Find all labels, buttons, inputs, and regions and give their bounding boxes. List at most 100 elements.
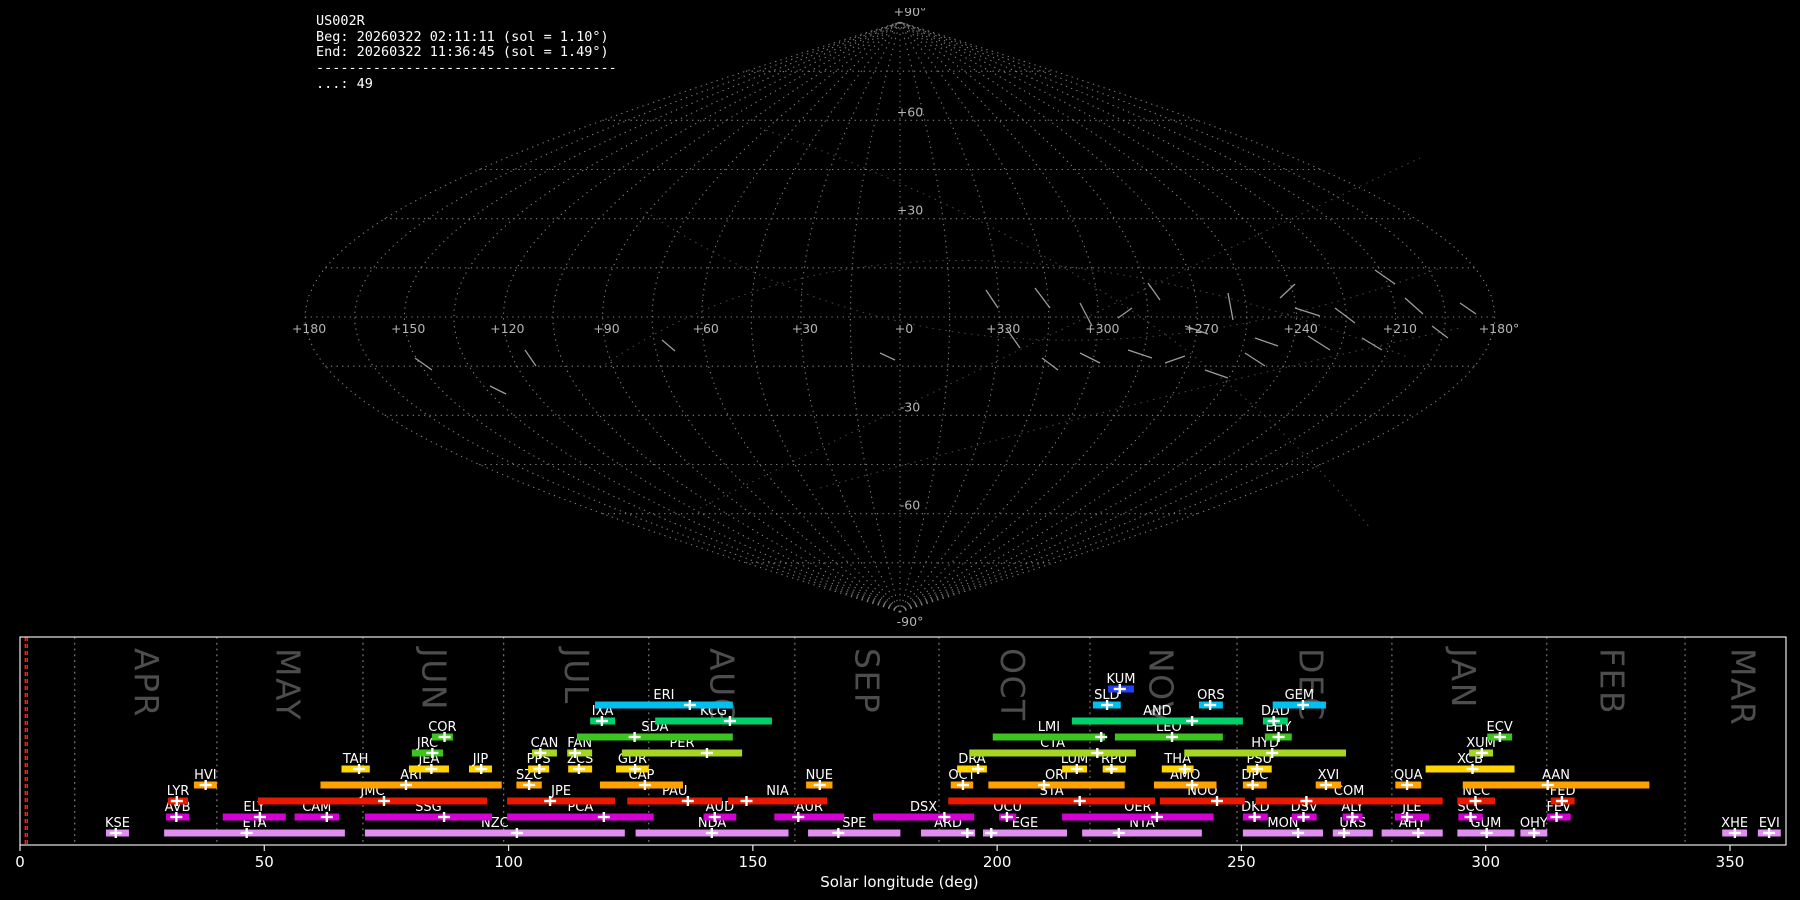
latitude-label: +30 [897,203,923,218]
shower-XHE: XHE [1721,816,1748,838]
shower-label: JPE [550,784,571,799]
meteor-streak [1404,297,1424,315]
shower-XVI: XVI [1315,768,1342,790]
x-tick-label: 150 [739,853,768,871]
shower-label: LMI [1038,720,1060,735]
meteor-streak [1164,355,1186,364]
shower-label: GEM [1285,688,1315,703]
meteor-streak [1127,349,1153,359]
activity-chart: APR MAY JUN JUL AUG SEP OCT NOV DEC JAN FEB MARKSE E… [15,636,1787,891]
month-label: MAR [1724,648,1763,726]
meteor-streak [879,352,896,361]
x-tick-label: 250 [1227,853,1256,871]
shower-label: CAN [531,736,559,751]
fov-arc [639,207,1441,341]
meteor-streak [1334,307,1356,324]
month-label: OCT [993,648,1032,722]
meteor-streak [1374,269,1396,285]
longitude-label: +330 [986,321,1020,336]
x-tick-label: 350 [1716,853,1745,871]
meteor-streak [1254,337,1279,347]
meteor-streak [985,289,999,309]
shower-label: NIA [766,784,789,799]
meridian-line [899,21,1446,613]
shower-label: SPE [842,816,866,831]
shower-label: COR [428,720,456,735]
shower-KUM: KUM [1107,672,1135,694]
shower-label: OHY [1520,816,1548,831]
shower-ORS: ORS [1197,688,1225,710]
x-tick-label: 0 [15,853,25,871]
fov-arcs [599,127,1461,529]
latitude-label: +60 [897,104,923,119]
shower-label: QUA [1394,768,1423,783]
month-label: SEP [848,648,887,714]
x-tick-label: 50 [255,853,274,871]
longitude-label: +240 [1283,321,1317,336]
meteor-streak [1227,292,1234,321]
shower-COR: COR [428,720,457,742]
x-tick-label: 300 [1471,853,1500,871]
shower-label: AAN [1542,768,1570,783]
month-label: DEC [1291,648,1330,722]
meteor-streak [1034,287,1051,309]
shower-ECV: ECV [1487,720,1513,742]
x-axis-title: Solar longitude (deg) [820,873,978,891]
meteor-station-screen: US002R Beg: 20260322 02:11:11 (sol = 1.1… [0,0,1800,900]
shower-OHY: OHY [1520,816,1548,838]
meteor-streak [1294,307,1321,317]
shower-QUA: QUA [1394,768,1423,790]
shower-label: ORS [1197,688,1225,703]
meridian-line [849,21,901,613]
meteor-streak [1041,357,1059,371]
meteor-streak [489,385,507,395]
month-labels: APR MAY JUN JUL AUG SEP OCT NOV DEC JAN FEB MAR [127,646,1763,726]
meteor-streak [1147,282,1161,301]
meridian-line [750,21,901,613]
shower-CAN: CAN [531,736,559,758]
longitude-label: +120 [490,321,524,336]
shower-label: XHE [1721,816,1748,831]
longitude-label: +210 [1383,321,1417,336]
shower-label: DSX [910,800,937,815]
shower-JIP: JIP [468,752,492,774]
latitude-label: -60 [900,498,920,513]
meteor-streak [1117,307,1133,319]
shower-label: ERI [653,688,674,703]
shower-EGE: EGE [982,816,1068,838]
shower-label: KSE [105,816,130,831]
shower-label: ECV [1487,720,1513,735]
x-axis: 0 50 100 150 200 250 300 350 [15,845,1744,871]
longitude-label: +180 [292,321,326,336]
month-label: JUL [557,646,596,705]
shower-LYR: LYR [167,784,189,806]
shower-label: HVI [194,768,217,783]
shower-KSE: KSE [105,816,130,838]
meteor-streak [1459,302,1477,315]
longitude-label: +30 [792,321,818,336]
map-labels: +180 +150 +120 +90 +60 +30 +0 +330 +300 +270 +240 +… [292,8,1519,629]
shower-HVI: HVI [193,768,217,790]
longitude-label: +90 [593,321,619,336]
longitude-label: +60 [692,321,718,336]
latitude-label: -90° [897,614,924,629]
month-label: FEB [1593,648,1632,715]
shower-EVI: EVI [1757,816,1781,838]
meridian-line [899,21,1149,613]
month-label: MAY [269,648,308,721]
shower-label: NUE [806,768,833,783]
meteor-streak [414,357,433,371]
meteor-streak [1204,369,1229,379]
shower-label: AND [1143,704,1172,719]
meteor-streak [1361,337,1383,351]
longitude-label: +150 [391,321,425,336]
fov-arc [759,127,1371,529]
meteor-streak [661,339,676,352]
meteor-streak [1244,352,1266,367]
x-tick-label: 200 [983,853,1012,871]
meteor-streak [1307,335,1331,351]
latitude-label: -30 [900,399,920,414]
meridian-line [552,21,901,613]
shower-label: JIP [472,752,489,767]
month-label: APR [127,648,166,718]
